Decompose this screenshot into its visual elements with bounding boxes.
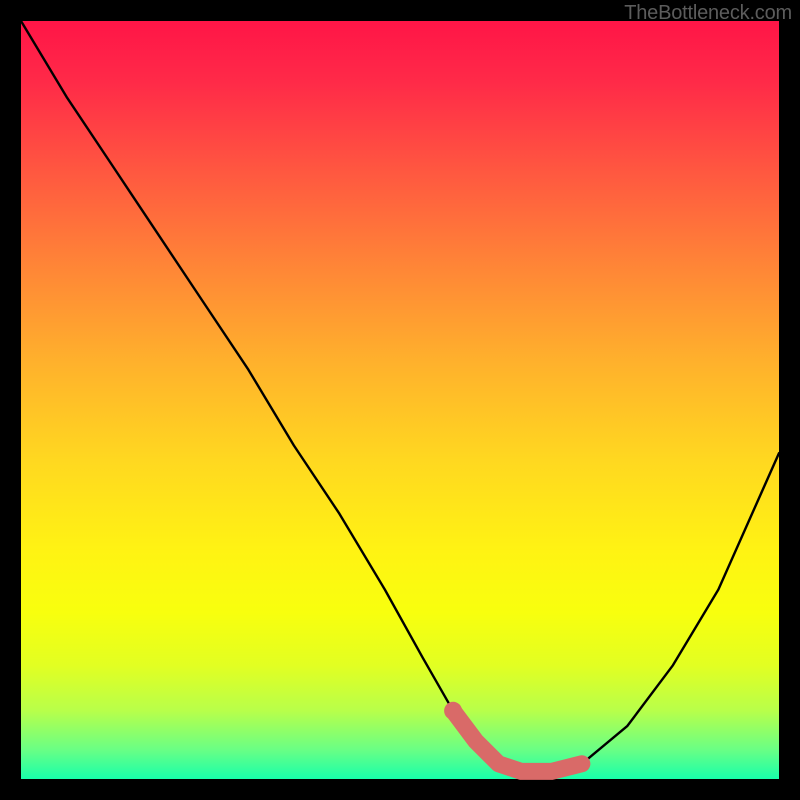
plot-area xyxy=(21,21,779,779)
highlight-segment xyxy=(453,711,582,772)
highlight-dot xyxy=(444,702,462,720)
chart-frame: TheBottleneck.com xyxy=(0,0,800,800)
chart-svg xyxy=(21,21,779,779)
bottleneck-curve xyxy=(21,21,779,771)
watermark-text: TheBottleneck.com xyxy=(624,2,792,25)
